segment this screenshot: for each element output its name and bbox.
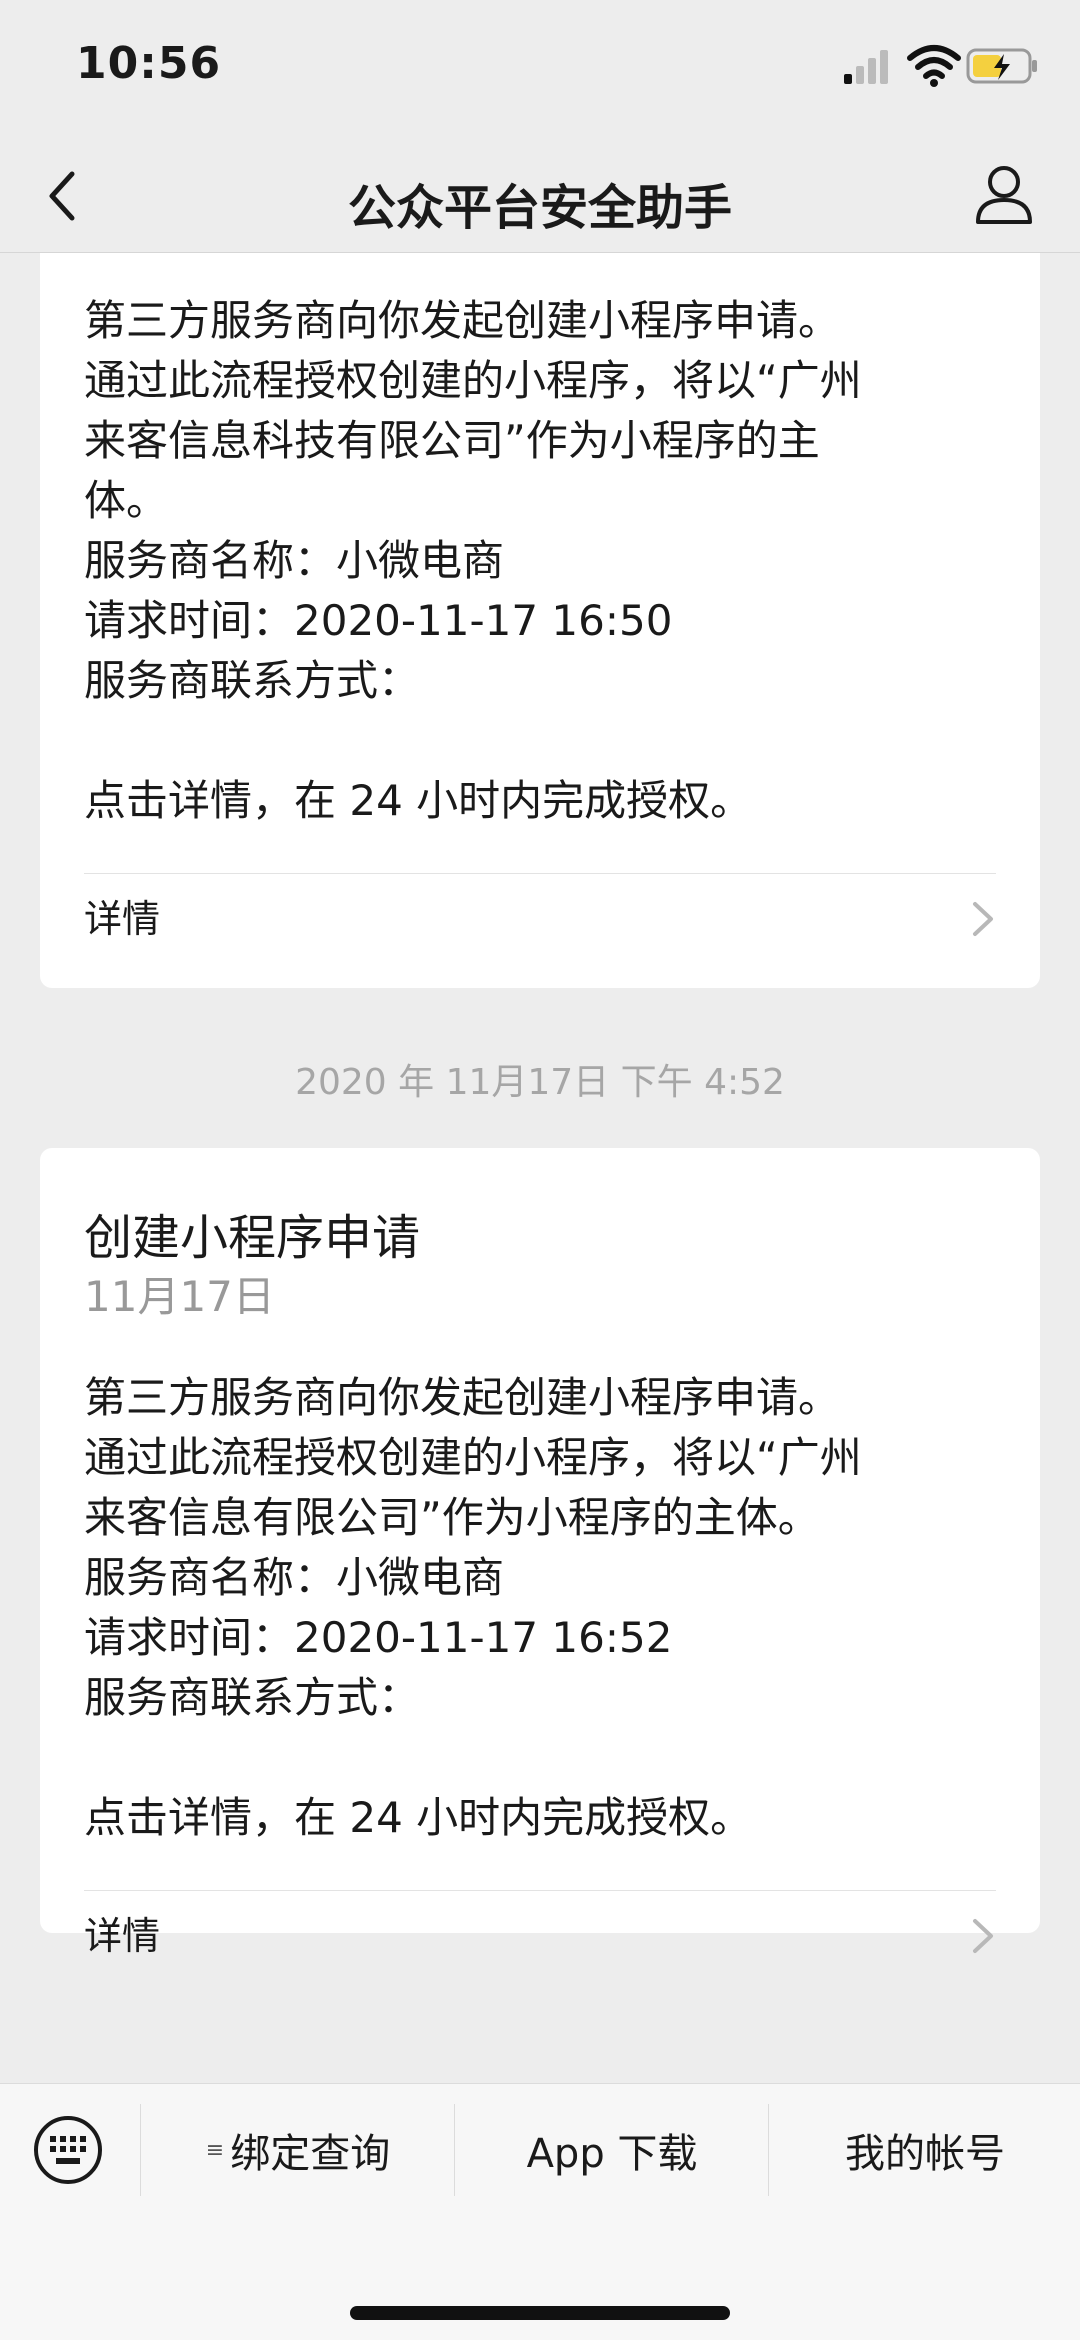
person-icon	[976, 166, 1032, 224]
message-card: 第三方服务商向你发起创建小程序申请。 通过此流程授权创建的小程序，将以“广州 来…	[40, 253, 1040, 988]
wifi-icon	[907, 45, 961, 87]
provider-contact: 服务商联系方式：	[84, 656, 421, 705]
keyboard-toggle-button[interactable]	[32, 2114, 104, 2186]
bind-query-menu-button[interactable]: ≡ 绑定查询	[140, 2104, 455, 2196]
app-download-label: App 下载	[526, 2131, 698, 2177]
battery-charging-icon	[966, 48, 1037, 84]
profile-button[interactable]	[968, 158, 1040, 230]
keyboard-icon	[34, 2116, 102, 2184]
message-body: 第三方服务商向你发起创建小程序申请。 通过此流程授权创建的小程序，将以“广州 来…	[84, 291, 996, 831]
signal-icon	[844, 50, 888, 84]
detail-label: 详情	[84, 897, 161, 941]
bind-query-label: 绑定查询	[230, 2131, 391, 2177]
detail-link[interactable]: 详情	[84, 874, 996, 964]
bottom-toolbar: ≡ 绑定查询 App 下载 我的帐号	[0, 2083, 1080, 2340]
app-download-button[interactable]: App 下载	[454, 2104, 769, 2196]
message-card: 创建小程序申请 11月17日 第三方服务商向你发起创建小程序申请。 通过此流程授…	[40, 1148, 1040, 1958]
status-icons	[840, 44, 1040, 88]
request-time: 请求时间：2020-11-17 16:52	[84, 1613, 673, 1662]
status-bar: 10:56	[0, 0, 1080, 140]
nav-title: 公众平台安全助手	[347, 180, 732, 236]
provider-name: 服务商名称：小微电商	[84, 1553, 505, 1602]
message-body: 第三方服务商向你发起创建小程序申请。 通过此流程授权创建的小程序，将以“广州 来…	[84, 1368, 996, 1848]
message-title: 创建小程序申请	[84, 1210, 421, 1266]
my-account-button[interactable]: 我的帐号	[768, 2104, 1080, 2196]
chevron-right-icon	[973, 1919, 993, 1953]
request-time: 请求时间：2020-11-17 16:50	[84, 596, 673, 645]
nav-bar: 公众平台安全助手	[0, 140, 1080, 253]
chevron-right-icon	[973, 902, 993, 936]
detail-link[interactable]: 详情	[84, 1891, 996, 1981]
detail-label: 详情	[84, 1914, 161, 1958]
message-line: 体。	[84, 476, 169, 525]
message-line: 第三方服务商向你发起创建小程序申请。	[84, 1373, 841, 1422]
message-feed[interactable]: 第三方服务商向你发起创建小程序申请。 通过此流程授权创建的小程序，将以“广州 来…	[0, 253, 1080, 2083]
status-time: 10:56	[76, 38, 222, 89]
my-account-label: 我的帐号	[845, 2131, 1005, 2177]
provider-name: 服务商名称：小微电商	[84, 536, 505, 585]
message-note: 点击详情，在 24 小时内完成授权。	[84, 1793, 753, 1842]
message-timestamp: 2020 年 11月17日 下午 4:52	[295, 1062, 785, 1103]
message-line: 来客信息科技有限公司”作为小程序的主	[84, 416, 820, 465]
message-line: 通过此流程授权创建的小程序，将以“广州	[84, 1433, 862, 1482]
message-date: 11月17日	[84, 1272, 275, 1321]
message-line: 第三方服务商向你发起创建小程序申请。	[84, 296, 841, 345]
menu-icon: ≡	[205, 2137, 225, 2163]
message-line: 通过此流程授权创建的小程序，将以“广州	[84, 356, 862, 405]
provider-contact: 服务商联系方式：	[84, 1673, 421, 1722]
message-line: 来客信息有限公司”作为小程序的主体。	[84, 1493, 820, 1542]
home-indicator	[350, 2306, 730, 2320]
message-note: 点击详情，在 24 小时内完成授权。	[84, 776, 753, 825]
